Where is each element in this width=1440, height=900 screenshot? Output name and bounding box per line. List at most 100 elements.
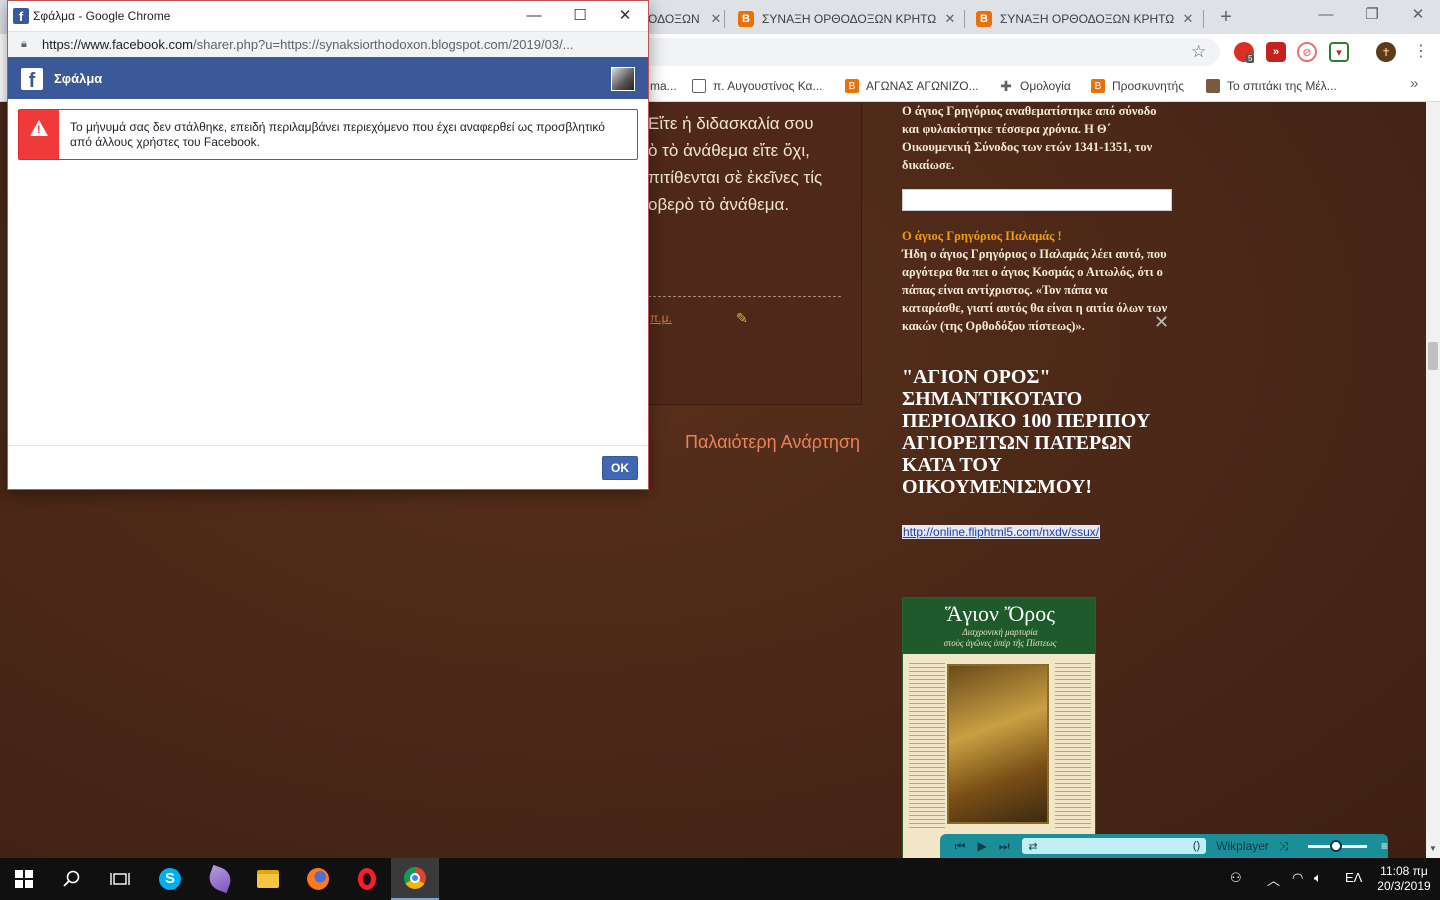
facebook-share-popup: f Σφάλμα - Google Chrome — ☐ ✕ 🔒︎ https:… — [7, 0, 649, 490]
search-button[interactable] — [48, 858, 96, 900]
next-track-icon[interactable]: ⏭ — [994, 836, 1014, 856]
chrome-icon-center — [410, 873, 420, 883]
feather-icon — [205, 864, 235, 894]
clock-time: 11:08 πμ — [1380, 864, 1428, 878]
menu-dots-icon[interactable]: ⋮ — [1413, 41, 1429, 61]
book-subtitle-line: Διαχρονική μαρτυρία — [962, 627, 1038, 637]
picture-icon — [1206, 79, 1220, 93]
close-tab-icon[interactable]: ✕ — [1180, 11, 1196, 27]
blogger-icon: B — [1091, 79, 1105, 93]
background-tab-1[interactable]: ΟΔΟΞΩΝ ✕ — [640, 4, 732, 34]
background-address-bar[interactable] — [640, 38, 1220, 66]
facebook-logo-icon: f — [21, 68, 43, 90]
tools-icon[interactable]: ✕ — [1154, 312, 1169, 333]
bookmark-item[interactable]: π. Αυγουστίνος Κα... — [692, 76, 823, 96]
speaker-muted-icon[interactable]: 🔈︎ — [1314, 870, 1322, 886]
user-avatar[interactable] — [611, 67, 635, 91]
clock-date: 20/3/2019 — [1377, 879, 1431, 893]
chrome-app[interactable] — [391, 858, 439, 900]
playlist-icon[interactable]: ≡ — [1381, 839, 1388, 853]
scroll-down-arrow-icon[interactable]: ▼ — [1429, 844, 1437, 853]
bookmark-item[interactable]: ✚ Ομολογία — [999, 76, 1071, 96]
book-cover-image[interactable]: Ἅγιον Ὄρος Διαχρονική μαρτυρία στοὺς ἀγῶ… — [902, 597, 1096, 859]
new-tab-button[interactable]: + — [1214, 6, 1238, 28]
skype-icon: S — [159, 868, 181, 890]
play-icon[interactable]: ▶ — [972, 836, 992, 856]
error-icon-cell: ! — [19, 110, 59, 159]
bookmark-item[interactable]: B ΑΓΩΝΑΣ ΑΓΩΝΙΖΟ... — [845, 76, 979, 96]
background-tab-3[interactable]: B ΣΥΝΑΞΗ ΟΡΘΟΔΟΞΩΝ ΚΡΗΤΩΝ ✕ — [968, 4, 1204, 34]
maximize-icon[interactable]: ☐ — [557, 1, 603, 31]
sidebar-search-field[interactable] — [902, 189, 1172, 211]
wikplayer-track-display: ⇄ () — [1022, 838, 1207, 854]
extension-forward-icon[interactable]: » — [1266, 42, 1286, 62]
restore-icon[interactable]: ❐ — [1352, 2, 1392, 28]
bookmark-item[interactable]: B Προσκυνητής — [1091, 76, 1184, 96]
task-view-button[interactable] — [96, 858, 144, 900]
edit-pencil-icon[interactable]: ✎ — [736, 310, 748, 327]
dialog-title: Σφάλμα — [54, 71, 103, 86]
skype-app[interactable]: S — [146, 858, 194, 900]
search-icon — [63, 870, 80, 887]
extension-block-icon[interactable]: ⊘ — [1297, 42, 1317, 62]
scrollbar-thumb[interactable] — [1428, 342, 1438, 370]
file-explorer-app[interactable] — [244, 858, 292, 900]
book-text-column — [1055, 660, 1091, 830]
language-indicator[interactable]: ΕΛ — [1345, 870, 1362, 885]
opera-app[interactable] — [343, 858, 391, 900]
close-tab-icon[interactable]: ✕ — [708, 11, 724, 27]
popup-url: https://www.facebook.com/sharer.php?u=ht… — [42, 37, 574, 52]
star-icon[interactable]: ☆ — [1191, 42, 1206, 62]
close-window-icon[interactable]: ✕ — [1398, 2, 1438, 28]
bookmark-label: ma... — [650, 79, 677, 93]
close-icon[interactable]: ✕ — [602, 1, 648, 31]
book-subtitle: Διαχρονική μαρτυρία στοὺς ἀγῶνες ὑπὲρ τῆ… — [903, 627, 1095, 649]
quill-app[interactable] — [196, 858, 244, 900]
firefox-icon — [307, 868, 329, 890]
previous-track-icon[interactable]: ⏮ — [950, 836, 970, 856]
older-post-link[interactable]: Παλαιότερη Ανάρτηση — [685, 432, 860, 453]
book-title: Ἅγιον Ὄρος — [945, 601, 1055, 626]
book-subtitle-line: στοὺς ἀγῶνες ὑπὲρ τῆς Πίστεως — [943, 638, 1057, 648]
profile-avatar-icon[interactable]: ✝ — [1376, 42, 1396, 62]
bookmark-item[interactable]: ma... — [650, 76, 677, 96]
sidebar-paragraph: Ο άγιος Γρηγόριος αναθεματίστηκε από σύν… — [902, 104, 1157, 172]
wikplayer-bar: ⏮ ▶ ⏭ ⇄ () Wikplayer ⤨ ≡ — [940, 834, 1388, 858]
bookmark-label: π. Αυγουστίνος Κα... — [713, 79, 823, 93]
fliphtml5-link[interactable]: http://online.fliphtml5.com/nxdv/ssux/ — [902, 525, 1101, 539]
post-timestamp-link[interactable]: π.μ. — [650, 311, 672, 325]
post-text-line: Εἴτε ἡ διδασκαλία σου — [648, 114, 814, 133]
volume-knob[interactable] — [1330, 839, 1343, 852]
extension-shield-icon[interactable]: ▾ — [1329, 42, 1349, 62]
popup-title-bar[interactable]: f Σφάλμα - Google Chrome — ☐ ✕ — [8, 1, 648, 31]
minimize-icon[interactable]: — — [1306, 2, 1346, 28]
repeat-icon[interactable]: ⇄ — [1028, 840, 1037, 853]
start-button[interactable] — [0, 858, 48, 900]
exclamation-icon: ! — [37, 124, 41, 136]
popup-address-bar[interactable]: 🔒︎ https://www.facebook.com/sharer.php?u… — [8, 31, 648, 57]
bookmark-item[interactable]: Το σπιτάκι της Μέλ... — [1206, 76, 1337, 96]
wifi-icon[interactable]: ◠ — [1292, 870, 1303, 886]
taskbar-clock[interactable]: 11:08 πμ 20/3/2019 — [1374, 864, 1434, 894]
sidebar-paragraph: Ήδη ο άγιος Γρηγόριος ο Παλαμάς λέει αυτ… — [902, 247, 1168, 333]
shuffle-icon[interactable]: ⤨ — [1279, 839, 1289, 854]
facebook-favicon-icon: f — [13, 8, 29, 24]
taskbar-app-separator — [439, 858, 440, 900]
page-scrollbar[interactable]: ▼ — [1426, 102, 1440, 858]
icon-painting-image — [947, 664, 1049, 824]
firefox-app[interactable] — [294, 858, 342, 900]
bookmark-label: Το σπιτάκι της Μέλ... — [1227, 79, 1337, 93]
ok-button[interactable]: OK — [602, 456, 638, 480]
blogger-icon: B — [845, 79, 859, 93]
volume-slider[interactable] — [1308, 839, 1367, 852]
chrome-icon — [404, 867, 426, 889]
close-tab-icon[interactable]: ✕ — [942, 11, 958, 27]
people-icon[interactable]: ⚇ — [1230, 870, 1242, 886]
post-text-line: πιτίθενται σὲ ἐκεῖνες τίς — [648, 168, 823, 187]
more-bookmarks-icon[interactable]: » — [1410, 75, 1418, 92]
minimize-icon[interactable]: — — [511, 1, 557, 31]
background-tab-2[interactable]: B ΣΥΝΑΞΗ ΟΡΘΟΔΟΞΩΝ ΚΡΗΤΩΝ ✕ — [730, 4, 966, 34]
task-view-icon — [110, 873, 130, 885]
bookmark-label: Ομολογία — [1020, 79, 1071, 93]
tray-chevron-up-icon[interactable]: ︿ — [1267, 870, 1280, 889]
